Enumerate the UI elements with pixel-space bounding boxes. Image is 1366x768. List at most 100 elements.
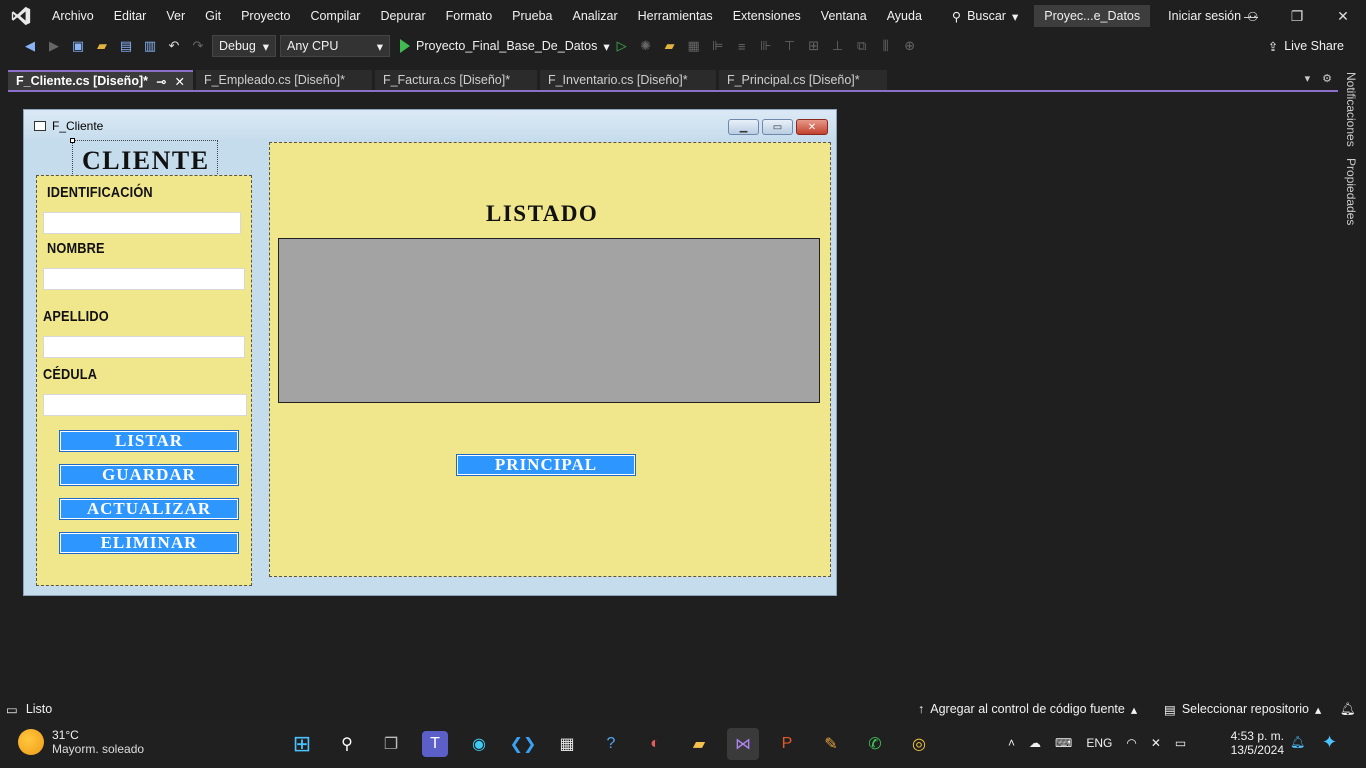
solution-explorer-icon[interactable]: ▰: [662, 38, 678, 54]
close-icon[interactable]: ✕: [174, 74, 184, 89]
menu-prueba[interactable]: Prueba: [502, 0, 562, 32]
help-icon[interactable]: ?: [595, 728, 627, 760]
clientes-datagrid[interactable]: [278, 238, 820, 403]
onedrive-icon[interactable]: ☁: [1029, 736, 1041, 750]
notifications-tab[interactable]: Notificaciones: [1344, 72, 1358, 147]
solution-name-badge[interactable]: Proyec...e_Datos: [1034, 5, 1151, 27]
file-explorer-icon[interactable]: ▰: [683, 728, 715, 760]
output-icon[interactable]: ▭: [6, 702, 18, 717]
minimize-button[interactable]: —: [1228, 0, 1274, 32]
vscode-icon[interactable]: ❮❯: [507, 728, 539, 760]
layout-icon[interactable]: ▦: [686, 38, 702, 54]
same-size-icon[interactable]: ⧉: [854, 38, 870, 54]
menu-editar[interactable]: Editar: [104, 0, 157, 32]
selection-handle[interactable]: [70, 138, 75, 143]
menu-ayuda[interactable]: Ayuda: [877, 0, 932, 32]
save-all-icon[interactable]: ▥: [142, 38, 158, 54]
tools-icon[interactable]: ✎: [815, 728, 847, 760]
forward-icon[interactable]: ▶: [46, 38, 62, 54]
app-icon[interactable]: ◐: [639, 728, 671, 760]
menu-git[interactable]: Git: [195, 0, 231, 32]
settings-icon[interactable]: ⚙: [1322, 72, 1332, 85]
open-folder-icon[interactable]: ▰: [94, 38, 110, 54]
restore-button[interactable]: ❐: [1274, 0, 1320, 32]
nombre-input[interactable]: [43, 268, 245, 290]
powerpoint-icon[interactable]: P: [771, 728, 803, 760]
form-minimize-icon[interactable]: ▁: [728, 119, 759, 135]
spacing-icon[interactable]: ⫼: [878, 38, 894, 54]
run-without-debug-icon[interactable]: ▷: [614, 38, 630, 54]
menu-compilar[interactable]: Compilar: [300, 0, 370, 32]
form-cliente-window[interactable]: F_Cliente ▁ ▭ ✕ CLIENTE IDENTIFICACIÓN N…: [23, 109, 837, 596]
tab-f-factura[interactable]: F_Factura.cs [Diseño]*: [374, 70, 537, 90]
tab-f-empleado[interactable]: F_Empleado.cs [Diseño]*: [195, 70, 372, 90]
properties-tab[interactable]: Propiedades: [1344, 158, 1358, 225]
notification-bell-icon[interactable]: 🔔︎: [1340, 702, 1356, 717]
align-centers-icon[interactable]: ≡: [734, 38, 750, 54]
listar-button[interactable]: LISTAR: [59, 430, 239, 452]
search-button[interactable]: ⚲ Buscar ▾: [944, 9, 1026, 24]
task-view-icon[interactable]: ❐: [375, 728, 407, 760]
pin-icon[interactable]: ⊸: [156, 74, 166, 89]
align-bottoms-icon[interactable]: ⊥: [830, 38, 846, 54]
platform-select[interactable]: Any CPU ▾: [280, 35, 390, 57]
back-icon[interactable]: ◀: [22, 38, 38, 54]
battery-icon[interactable]: ▭: [1175, 736, 1186, 750]
actualizar-button[interactable]: ACTUALIZAR: [59, 498, 239, 520]
menu-ver[interactable]: Ver: [156, 0, 195, 32]
visual-studio-taskbar-icon[interactable]: ⋈: [727, 728, 759, 760]
chrome-icon[interactable]: ◎: [903, 728, 935, 760]
menu-extensiones[interactable]: Extensiones: [723, 0, 811, 32]
taskbar-search-icon[interactable]: ⚲: [331, 728, 363, 760]
config-select[interactable]: Debug ▾: [212, 35, 276, 57]
menu-herramientas[interactable]: Herramientas: [628, 0, 723, 32]
run-button[interactable]: Proyecto_Final_Base_De_Datos ▾: [400, 39, 610, 54]
identificacion-input[interactable]: [43, 212, 241, 234]
windows-start-icon[interactable]: ⊞: [286, 728, 318, 760]
menu-depurar[interactable]: Depurar: [370, 0, 435, 32]
whatsapp-icon[interactable]: ✆: [859, 728, 891, 760]
close-button[interactable]: ✕: [1320, 0, 1366, 32]
new-project-icon[interactable]: ▣: [70, 38, 86, 54]
language-indicator[interactable]: ENG: [1086, 736, 1112, 750]
menu-ventana[interactable]: Ventana: [811, 0, 877, 32]
align-lefts-icon[interactable]: ⊫: [710, 38, 726, 54]
menu-formato[interactable]: Formato: [436, 0, 503, 32]
live-share-button[interactable]: ⇪ Live Share: [1268, 32, 1344, 60]
clock[interactable]: 4:53 p. m. 13/5/2024: [1226, 729, 1284, 757]
redo-icon[interactable]: ↷: [190, 38, 206, 54]
menu-proyecto[interactable]: Proyecto: [231, 0, 300, 32]
store-icon[interactable]: ▦: [551, 728, 583, 760]
menu-analizar[interactable]: Analizar: [562, 0, 627, 32]
source-control-button[interactable]: ↑ Agregar al control de código fuente ▴: [918, 702, 1137, 717]
tray-chevron-up-icon[interactable]: ˄: [1008, 736, 1015, 750]
menu-archivo[interactable]: Archivo: [42, 0, 104, 32]
save-icon[interactable]: ▤: [118, 38, 134, 54]
undo-icon[interactable]: ↶: [166, 38, 182, 54]
form-maximize-icon[interactable]: ▭: [762, 119, 793, 135]
principal-button[interactable]: PRINCIPAL: [456, 454, 636, 476]
weather-widget[interactable]: 31°C Mayorm. soleado: [18, 728, 144, 756]
align-middles-icon[interactable]: ⊞: [806, 38, 822, 54]
notification-bell-icon[interactable]: 🔔︎: [1290, 735, 1305, 749]
form-close-icon[interactable]: ✕: [796, 119, 828, 135]
guardar-button[interactable]: GUARDAR: [59, 464, 239, 486]
keyboard-icon[interactable]: ⌨: [1055, 736, 1072, 750]
tab-f-principal[interactable]: F_Principal.cs [Diseño]*: [718, 70, 887, 90]
wifi-icon[interactable]: ◠: [1126, 736, 1136, 750]
tab-list-icon[interactable]: ▾: [1305, 72, 1311, 85]
cedula-input[interactable]: [43, 394, 247, 416]
select-repo-button[interactable]: ▤ Seleccionar repositorio ▴: [1164, 702, 1321, 717]
align-rights-icon[interactable]: ⊪: [758, 38, 774, 54]
align-tops-icon[interactable]: ⊤: [782, 38, 798, 54]
zoom-icon[interactable]: ⊕: [902, 38, 918, 54]
eliminar-button[interactable]: ELIMINAR: [59, 532, 239, 554]
apellido-input[interactable]: [43, 336, 245, 358]
tab-f-cliente[interactable]: F_Cliente.cs [Diseño]* ⊸ ✕: [8, 70, 193, 90]
copilot-icon[interactable]: ✦: [1322, 732, 1337, 753]
tab-f-inventario[interactable]: F_Inventario.cs [Diseño]*: [539, 70, 716, 90]
hot-reload-icon[interactable]: ✺: [638, 38, 654, 54]
volume-muted-icon[interactable]: ✕: [1151, 736, 1161, 750]
edge-icon[interactable]: ◉: [463, 728, 495, 760]
teams-icon[interactable]: T: [422, 731, 448, 757]
